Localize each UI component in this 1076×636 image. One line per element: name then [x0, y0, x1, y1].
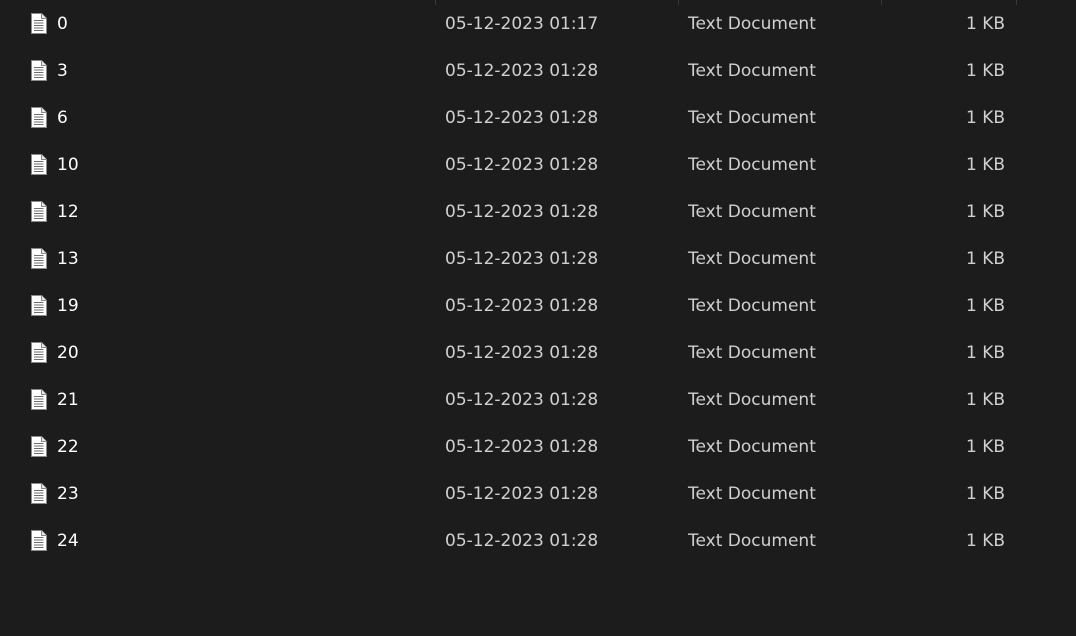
file-name[interactable]: 19 [57, 296, 79, 317]
file-size: 1 KB [965, 249, 1005, 269]
file-name[interactable]: 12 [57, 202, 79, 223]
file-size: 1 KB [965, 155, 1005, 175]
file-date-modified: 05-12-2023 01:28 [445, 202, 599, 222]
column-divider-type-size[interactable] [881, 0, 882, 5]
file-date-modified: 05-12-2023 01:28 [445, 390, 599, 410]
file-name[interactable]: 23 [57, 484, 79, 505]
file-date-modified: 05-12-2023 01:28 [445, 61, 599, 81]
file-name[interactable]: 3 [57, 61, 68, 82]
file-type: Text Document [688, 484, 816, 504]
file-name[interactable]: 0 [57, 14, 68, 35]
file-row[interactable]: 21 05-12-2023 01:28 Text Document 1 KB [0, 389, 1076, 436]
file-type: Text Document [688, 155, 816, 175]
text-document-icon [30, 248, 47, 269]
text-document-icon [30, 295, 47, 316]
file-size: 1 KB [965, 437, 1005, 457]
text-document-icon [30, 342, 47, 363]
file-size: 1 KB [965, 202, 1005, 222]
file-type: Text Document [688, 202, 816, 222]
file-type: Text Document [688, 437, 816, 457]
file-type: Text Document [688, 390, 816, 410]
file-date-modified: 05-12-2023 01:28 [445, 437, 599, 457]
column-divider-date-type[interactable] [678, 0, 679, 5]
file-size: 1 KB [965, 61, 1005, 81]
file-row[interactable]: 6 05-12-2023 01:28 Text Document 1 KB [0, 107, 1076, 154]
file-row[interactable]: 19 05-12-2023 01:28 Text Document 1 KB [0, 295, 1076, 342]
file-row[interactable]: 24 05-12-2023 01:28 Text Document 1 KB [0, 530, 1076, 577]
file-size: 1 KB [965, 390, 1005, 410]
file-size: 1 KB [965, 343, 1005, 363]
file-date-modified: 05-12-2023 01:28 [445, 343, 599, 363]
file-date-modified: 05-12-2023 01:17 [445, 14, 599, 34]
file-type: Text Document [688, 108, 816, 128]
text-document-icon [30, 13, 47, 34]
file-name[interactable]: 22 [57, 437, 79, 458]
column-divider-size-end[interactable] [1016, 0, 1017, 5]
file-size: 1 KB [965, 14, 1005, 34]
file-type: Text Document [688, 531, 816, 551]
file-date-modified: 05-12-2023 01:28 [445, 108, 599, 128]
file-type: Text Document [688, 343, 816, 363]
file-row[interactable]: 13 05-12-2023 01:28 Text Document 1 KB [0, 248, 1076, 295]
file-type: Text Document [688, 14, 816, 34]
text-document-icon [30, 154, 47, 175]
file-row[interactable]: 3 05-12-2023 01:28 Text Document 1 KB [0, 60, 1076, 107]
file-date-modified: 05-12-2023 01:28 [445, 531, 599, 551]
text-document-icon [30, 389, 47, 410]
column-divider-name-date[interactable] [435, 0, 436, 5]
text-document-icon [30, 107, 47, 128]
text-document-icon [30, 483, 47, 504]
file-date-modified: 05-12-2023 01:28 [445, 249, 599, 269]
text-document-icon [30, 530, 47, 551]
file-name[interactable]: 24 [57, 531, 79, 552]
file-list-pane: 0 05-12-2023 01:17 Text Document 1 KB 3 … [0, 0, 1076, 636]
file-date-modified: 05-12-2023 01:28 [445, 296, 599, 316]
file-name[interactable]: 21 [57, 390, 79, 411]
file-name[interactable]: 13 [57, 249, 79, 270]
file-row[interactable]: 10 05-12-2023 01:28 Text Document 1 KB [0, 154, 1076, 201]
file-type: Text Document [688, 249, 816, 269]
file-size: 1 KB [965, 108, 1005, 128]
file-name[interactable]: 20 [57, 343, 79, 364]
file-size: 1 KB [965, 296, 1005, 316]
file-row[interactable]: 0 05-12-2023 01:17 Text Document 1 KB [0, 13, 1076, 60]
file-date-modified: 05-12-2023 01:28 [445, 155, 599, 175]
file-row[interactable]: 22 05-12-2023 01:28 Text Document 1 KB [0, 436, 1076, 483]
file-name[interactable]: 10 [57, 155, 79, 176]
file-name[interactable]: 6 [57, 108, 68, 129]
text-document-icon [30, 201, 47, 222]
file-row[interactable]: 12 05-12-2023 01:28 Text Document 1 KB [0, 201, 1076, 248]
file-row[interactable]: 20 05-12-2023 01:28 Text Document 1 KB [0, 342, 1076, 389]
file-size: 1 KB [965, 531, 1005, 551]
file-type: Text Document [688, 296, 816, 316]
file-type: Text Document [688, 61, 816, 81]
file-date-modified: 05-12-2023 01:28 [445, 484, 599, 504]
text-document-icon [30, 436, 47, 457]
file-row[interactable]: 23 05-12-2023 01:28 Text Document 1 KB [0, 483, 1076, 530]
text-document-icon [30, 60, 47, 81]
file-size: 1 KB [965, 484, 1005, 504]
file-list: 0 05-12-2023 01:17 Text Document 1 KB 3 … [0, 13, 1076, 577]
